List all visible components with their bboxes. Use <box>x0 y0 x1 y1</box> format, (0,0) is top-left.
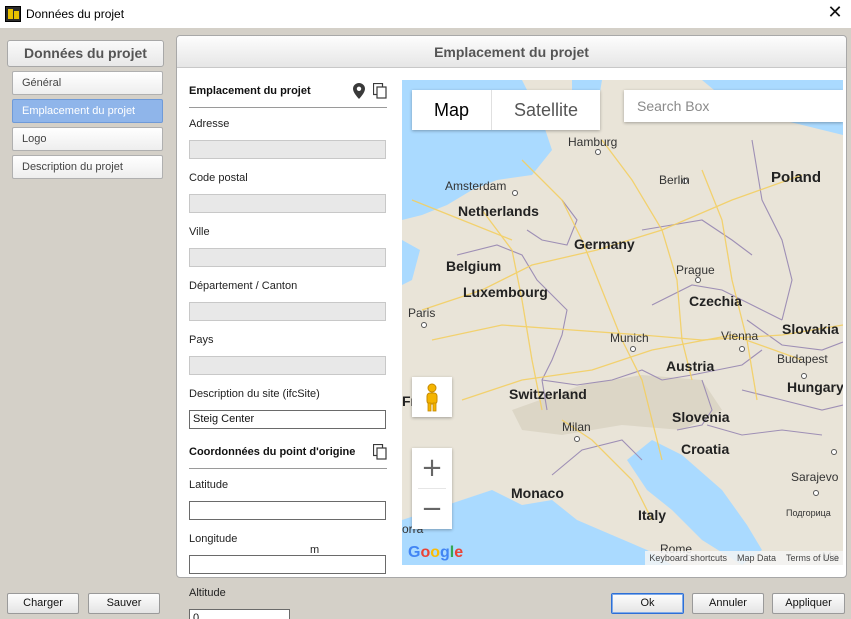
street-view-pegman-icon[interactable] <box>412 377 452 417</box>
sidebar-header: Données du projet <box>7 40 164 67</box>
sidebar-item-logo[interactable]: Logo <box>12 127 163 151</box>
map-label-podgorica: Подгорица <box>786 508 831 518</box>
map-label-hamburg: Hamburg <box>568 135 618 149</box>
main-panel: Emplacement du projet Emplacement du pro… <box>176 35 847 619</box>
latitude-label: Latitude <box>189 479 229 491</box>
cancel-button[interactable]: Annuler <box>692 593 764 614</box>
map-label-munich: Munich <box>610 331 649 345</box>
longitude-label: Longitude <box>189 533 238 545</box>
map-tiles <box>402 80 843 565</box>
map-label-germany: Germany <box>574 236 635 252</box>
sidebar-item-project-location[interactable]: Emplacement du projet <box>12 99 163 123</box>
title-bar: Données du projet ✕ <box>0 0 851 28</box>
map-data-link[interactable]: Map Data <box>737 551 776 565</box>
section-divider <box>189 107 387 108</box>
map-label-budapest: Budapest <box>777 352 828 366</box>
city-label: Ville <box>189 226 210 238</box>
map-pin-icon[interactable] <box>353 83 365 99</box>
map-label-switzerland: Switzerland <box>509 386 587 402</box>
zoom-in-button[interactable]: + <box>412 448 452 488</box>
map-label-berlin: Berlin <box>659 173 690 187</box>
altitude-field[interactable]: 0 <box>189 609 290 619</box>
latitude-field[interactable] <box>189 501 386 520</box>
zoom-out-button[interactable]: − <box>412 489 452 529</box>
map-label-luxembourg: Luxembourg <box>463 284 548 300</box>
map-label-prague: Prague <box>676 263 715 277</box>
location-form: Emplacement du projet Adresse Code posta… <box>189 81 387 619</box>
app-icon <box>5 6 21 22</box>
map-label-czechia: Czechia <box>689 293 742 309</box>
sidebar-item-general[interactable]: Général <box>12 71 163 95</box>
window-title: Données du projet <box>26 7 125 21</box>
postal-code-field[interactable] <box>189 194 386 213</box>
map-label-croatia: Croatia <box>681 441 730 457</box>
map-attribution: Keyboard shortcuts Map Data Terms of Use <box>645 551 843 565</box>
map-label-poland: Poland <box>771 169 822 186</box>
map-label-vienna: Vienna <box>721 329 759 343</box>
site-description-field[interactable]: Steig Center <box>189 410 386 429</box>
map-label-slovenia: Slovenia <box>672 409 730 425</box>
map-label-slovakia: Slovakia <box>782 321 839 337</box>
map-label-italy: Italy <box>638 507 667 523</box>
map-type-map-button[interactable]: Map <box>412 90 491 130</box>
site-description-label: Description du site (ifcSite) <box>189 388 320 400</box>
location-section-title: Emplacement du projet <box>189 81 387 101</box>
sidebar: Données du projet Général Emplacement du… <box>7 40 164 179</box>
section-divider <box>189 468 387 469</box>
department-canton-field[interactable] <box>189 302 386 321</box>
keyboard-shortcuts-link[interactable]: Keyboard shortcuts <box>649 551 727 565</box>
map-label-paris: Paris <box>408 306 436 320</box>
longitude-field[interactable] <box>189 555 386 574</box>
postal-code-label: Code postal <box>189 172 248 184</box>
terms-of-use-link[interactable]: Terms of Use <box>786 551 839 565</box>
altitude-unit: m <box>310 544 320 556</box>
copy-icon[interactable] <box>373 444 387 460</box>
map-label-netherlands: Netherlands <box>458 203 539 219</box>
department-canton-label: Département / Canton <box>189 280 298 292</box>
map-search-input[interactable]: Search Box <box>624 90 843 122</box>
address-label: Adresse <box>189 118 230 130</box>
altitude-label: Altitude <box>189 587 226 599</box>
ok-button[interactable]: Ok <box>611 593 684 614</box>
map-label-belgium: Belgium <box>446 258 502 274</box>
google-logo: Google <box>408 544 464 561</box>
sidebar-item-project-description[interactable]: Description du projet <box>12 155 163 179</box>
address-field[interactable] <box>189 140 386 159</box>
country-label: Pays <box>189 334 214 346</box>
location-section-label: Emplacement du projet <box>189 85 311 97</box>
city-field[interactable] <box>189 248 386 267</box>
map-view[interactable]: Hamburg Berlin Poland Amsterdam Netherla… <box>402 80 843 565</box>
close-icon[interactable]: ✕ <box>825 3 845 23</box>
origin-section-label: Coordonnées du point d'origine <box>189 446 356 458</box>
copy-icon[interactable] <box>373 83 387 99</box>
panel-title: Emplacement du projet <box>177 36 846 68</box>
country-field[interactable] <box>189 356 386 375</box>
map-label-austria: Austria <box>666 358 715 374</box>
map-type-satellite-button[interactable]: Satellite <box>491 90 600 130</box>
map-label-milan: Milan <box>562 420 591 434</box>
apply-button[interactable]: Appliquer <box>772 593 845 614</box>
map-label-hungary: Hungary <box>787 379 843 395</box>
map-label-sarajevo: Sarajevo <box>791 470 839 484</box>
zoom-control: + − <box>412 448 452 529</box>
save-button[interactable]: Sauver <box>88 593 160 614</box>
map-label-amsterdam: Amsterdam <box>445 179 507 193</box>
load-button[interactable]: Charger <box>7 593 79 614</box>
map-type-toggle: Map Satellite <box>412 90 601 130</box>
map-label-monaco: Monaco <box>511 485 564 501</box>
origin-section-title: Coordonnées du point d'origine <box>189 442 387 462</box>
